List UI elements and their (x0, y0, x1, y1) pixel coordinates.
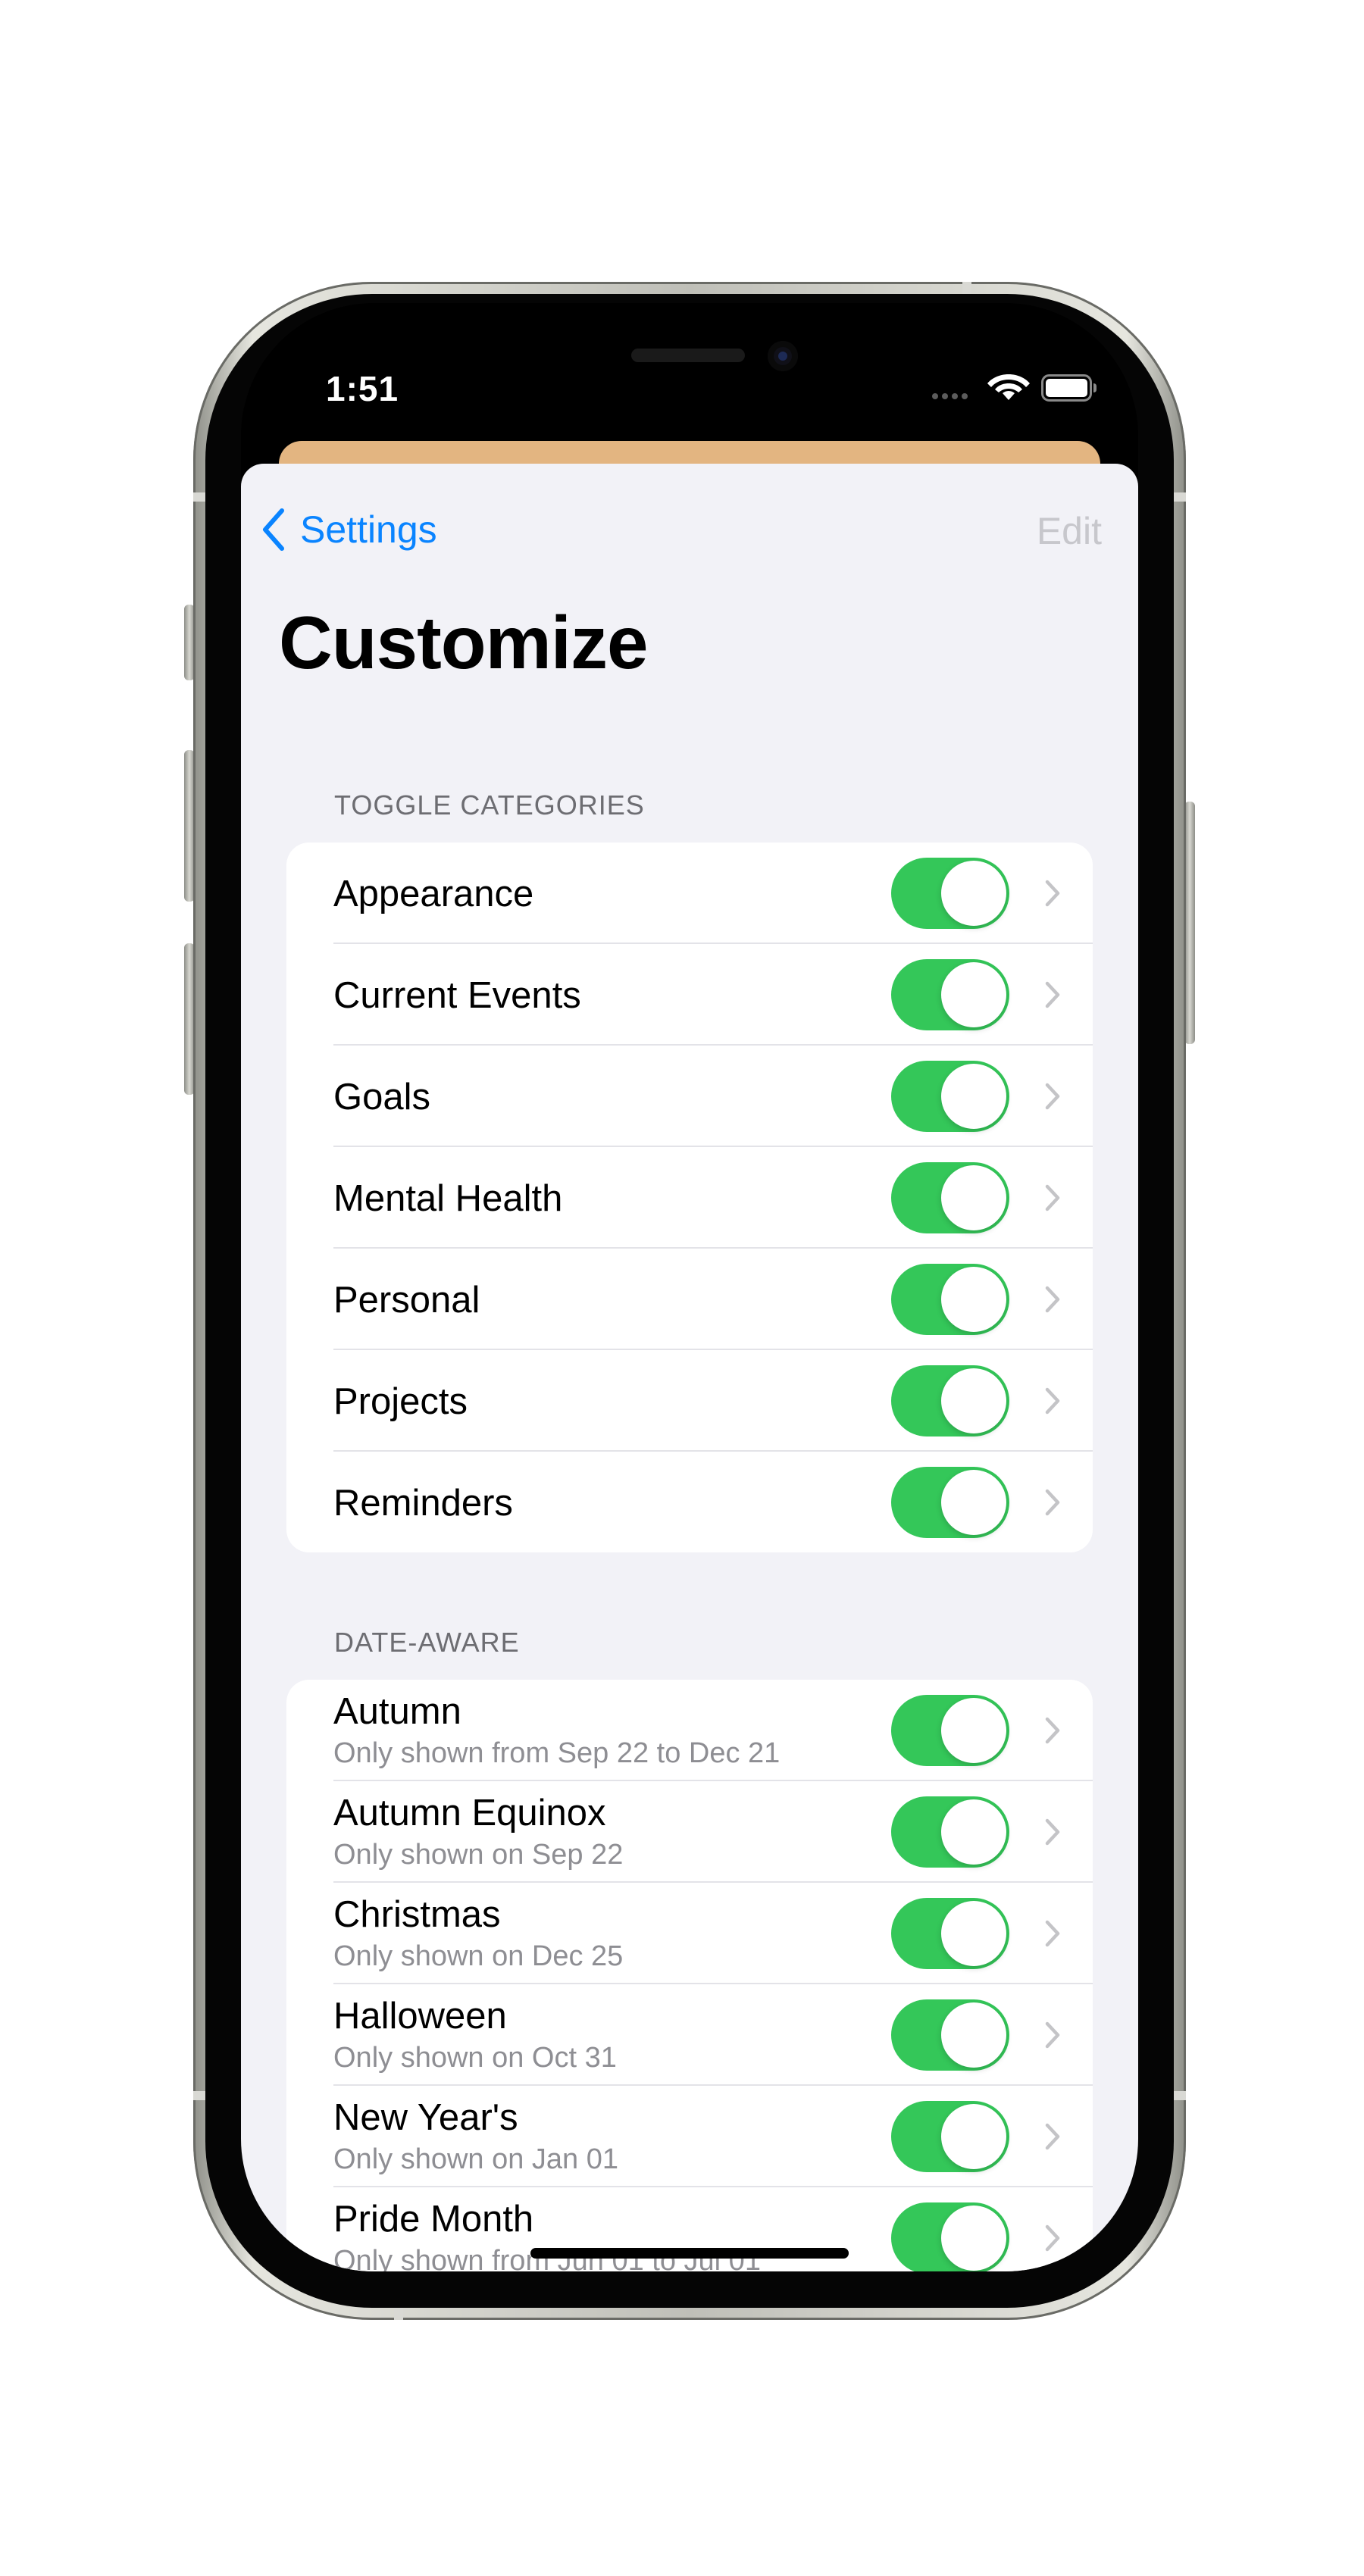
status-time: 1:51 (326, 369, 399, 408)
toggle-switch[interactable] (891, 959, 1009, 1030)
antenna-band (394, 2308, 403, 2320)
chevron-right-icon (1045, 1387, 1060, 1415)
front-camera (768, 341, 798, 371)
power-button (1184, 802, 1195, 1044)
row-subtitle: Only shown on Dec 25 (333, 1940, 624, 1972)
list-item[interactable]: Mental Health (286, 1147, 1093, 1249)
row-label: Personal (333, 1280, 480, 1321)
row-title: Halloween (333, 1996, 507, 2037)
toggle-knob (941, 1799, 1006, 1865)
toggle-knob (941, 1698, 1006, 1763)
toggle-switch[interactable] (891, 1898, 1009, 1969)
toggle-knob (941, 962, 1006, 1027)
toggle-knob (941, 861, 1006, 926)
back-button-label: Settings (300, 508, 437, 551)
list-item[interactable]: Current Events (286, 944, 1093, 1046)
chevron-right-icon (1045, 1083, 1060, 1110)
chevron-right-icon (1045, 1286, 1060, 1313)
row-label: Goals (333, 1077, 431, 1118)
back-button[interactable]: Settings (261, 503, 437, 556)
list-item[interactable]: Goals (286, 1046, 1093, 1147)
toggle-switch[interactable] (891, 1467, 1009, 1538)
date-aware-list: Autumn Only shown from Sep 22 to Dec 21 … (286, 1680, 1093, 2271)
section-header-date-aware: DATE-AWARE (334, 1627, 520, 1658)
row-title: Autumn Equinox (333, 1793, 606, 1834)
list-item[interactable]: Personal (286, 1249, 1093, 1350)
toggle-switch[interactable] (891, 1999, 1009, 2071)
row-label: Current Events (333, 975, 581, 1016)
row-title: New Year's (333, 2097, 518, 2138)
toggle-switch[interactable] (891, 1796, 1009, 1868)
antenna-band (193, 2091, 205, 2100)
row-title: Pride Month (333, 2199, 534, 2240)
toggle-knob (941, 1165, 1006, 1230)
list-item[interactable]: New Year's Only shown on Jan 01 (286, 2086, 1093, 2187)
row-subtitle: Only shown on Sep 22 (333, 1839, 624, 1871)
list-item[interactable]: Christmas Only shown on Dec 25 (286, 1883, 1093, 1984)
row-title: Autumn (333, 1691, 461, 1732)
antenna-band (193, 492, 205, 502)
chevron-right-icon (1045, 981, 1060, 1008)
toggle-knob (941, 2002, 1006, 2068)
antenna-band (1174, 492, 1186, 502)
toggle-knob (941, 2104, 1006, 2169)
chevron-right-icon (1045, 1717, 1060, 1744)
antenna-band (1174, 2091, 1186, 2100)
edit-button[interactable]: Edit (1037, 509, 1102, 553)
list-item[interactable]: Reminders (286, 1452, 1093, 1552)
toggle-switch[interactable] (891, 858, 1009, 929)
row-label: Mental Health (333, 1178, 563, 1219)
toggle-knob (941, 2206, 1006, 2271)
toggle-switch[interactable] (891, 2202, 1009, 2271)
list-item[interactable]: Autumn Equinox Only shown on Sep 22 (286, 1781, 1093, 1883)
antenna-band (962, 282, 971, 294)
toggle-switch[interactable] (891, 1061, 1009, 1132)
chevron-right-icon (1045, 2021, 1060, 2049)
toggle-switch[interactable] (891, 1695, 1009, 1766)
chevron-right-icon (1045, 1489, 1060, 1516)
cellular-signal-icon (932, 389, 978, 399)
row-label: Appearance (333, 874, 534, 914)
list-item[interactable]: Appearance (286, 843, 1093, 944)
toggle-switch[interactable] (891, 2101, 1009, 2172)
chevron-right-icon (1045, 1818, 1060, 1846)
toggle-knob (941, 1901, 1006, 1966)
toggle-knob (941, 1368, 1006, 1433)
row-subtitle: Only shown from Sep 22 to Dec 21 (333, 1737, 781, 1769)
chevron-right-icon (1045, 1184, 1060, 1211)
row-label: Projects (333, 1381, 468, 1422)
wifi-icon (987, 374, 1030, 400)
chevron-right-icon (1045, 880, 1060, 907)
list-item[interactable]: Projects (286, 1350, 1093, 1452)
section-header-toggle-categories: TOGGLE CATEGORIES (334, 789, 645, 821)
page-title: Customize (279, 601, 649, 684)
toggle-knob (941, 1267, 1006, 1332)
toggle-switch[interactable] (891, 1365, 1009, 1436)
device-stage: 1:51 Settings Edit Customize TOGGLE CATE… (0, 0, 1364, 2576)
chevron-right-icon (1045, 2224, 1060, 2252)
customize-sheet: Settings Edit Customize TOGGLE CATEGORIE… (241, 464, 1138, 2271)
list-item[interactable]: Autumn Only shown from Sep 22 to Dec 21 (286, 1680, 1093, 1781)
chevron-right-icon (1045, 2123, 1060, 2150)
row-subtitle: Only shown on Oct 31 (333, 2042, 617, 2074)
toggle-categories-list: Appearance Current Events Goals Mental H… (286, 843, 1093, 1552)
screen: 1:51 Settings Edit Customize TOGGLE CATE… (241, 303, 1138, 2271)
row-title: Christmas (333, 1894, 501, 1935)
home-indicator[interactable] (530, 2248, 849, 2259)
chevron-left-icon (263, 508, 284, 551)
chevron-right-icon (1045, 1920, 1060, 1947)
earpiece-speaker (631, 349, 745, 362)
battery-icon (1041, 374, 1097, 402)
toggle-knob (941, 1064, 1006, 1129)
toggle-switch[interactable] (891, 1162, 1009, 1233)
list-item[interactable]: Halloween Only shown on Oct 31 (286, 1984, 1093, 2086)
list-item[interactable]: Pride Month Only shown from Jun 01 to Ju… (286, 2187, 1093, 2271)
toggle-knob (941, 1470, 1006, 1535)
row-subtitle: Only shown on Jan 01 (333, 2143, 619, 2175)
row-label: Reminders (333, 1483, 513, 1524)
toggle-switch[interactable] (891, 1264, 1009, 1335)
